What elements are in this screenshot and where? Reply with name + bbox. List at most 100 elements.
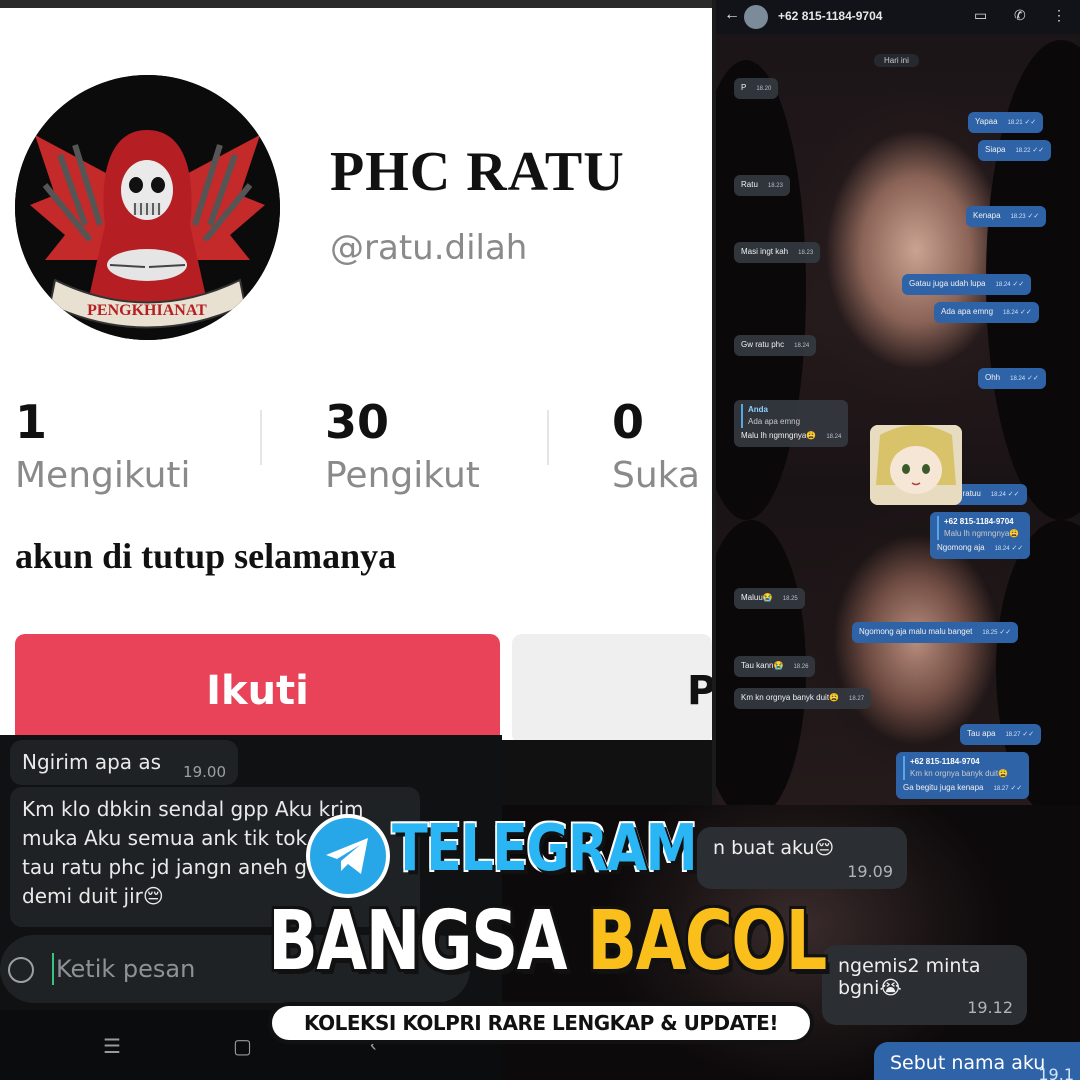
reply-quote[interactable]: Anda Ada apa emng <box>741 404 841 428</box>
stat-followers[interactable]: 30 Pengikut <box>325 395 480 496</box>
message-bubble-outgoing: Sebut nama aku 19.1 <box>874 1042 1080 1080</box>
message-text: P <box>741 83 747 92</box>
promo-banner: TELEGRAM BANGSA BACOL KOLEKSI KOLPRI RAR… <box>262 812 827 1052</box>
message-time: 18.24 <box>995 282 1011 288</box>
message-time: 18.26 <box>793 664 809 670</box>
message-bubble-outgoing: Siapa 18.22 ✓✓ <box>978 140 1052 161</box>
stat-following[interactable]: 1 Mengikuti <box>15 395 191 496</box>
message-text: Ngomong aja malu malu banget <box>859 627 973 636</box>
video-call-icon[interactable]: ▭ <box>974 7 987 24</box>
banner-subtitle: KOLEKSI KOLPRI RARE LENGKAP & UPDATE! <box>268 1002 814 1044</box>
stat-following-label: Mengikuti <box>15 455 191 496</box>
message-text: Ga begitu juga kenapa <box>903 783 984 792</box>
stat-likes[interactable]: 0 Suka <box>612 395 700 496</box>
read-checkmark-icon: ✓✓ <box>1008 785 1023 792</box>
message-text: Ada apa emng <box>941 307 994 316</box>
stat-likes-label: Suka <box>612 455 700 496</box>
banner-title-telegram: TELEGRAM <box>392 812 698 886</box>
reaper-logo-icon: PENGKHIANAT <box>15 75 280 340</box>
message-text: Yapaa <box>975 117 998 126</box>
message-time: 18.27 <box>993 786 1009 792</box>
stat-followers-count: 30 <box>325 395 390 449</box>
message-bubble: ngemis2 minta bgni😭 19.12 <box>822 945 1027 1025</box>
message-button[interactable]: P <box>512 634 712 740</box>
reply-quote[interactable]: +62 815-1184-9704 Km kn orgnya banyk duit… <box>903 756 1022 780</box>
message-time: 18.21 <box>1007 120 1023 126</box>
message-text: Ohh <box>985 373 1001 382</box>
read-checkmark-icon: ✓✓ <box>997 629 1012 636</box>
read-checkmark-icon: ✓✓ <box>1030 147 1045 154</box>
banner-title-white: BANGSA <box>268 894 568 989</box>
message-time: 18.24 <box>1003 310 1019 316</box>
banner-title-yellow: BACOL <box>587 894 827 989</box>
recent-apps-icon[interactable]: ☰ <box>103 1034 121 1059</box>
message-bubble-incoming: Ratu 18.23 <box>734 175 790 196</box>
reply-quote-name: +62 815-1184-9704 <box>910 757 980 766</box>
message-input[interactable]: Ketik pesan <box>56 955 195 983</box>
stat-divider <box>260 410 262 465</box>
more-options-icon[interactable]: ⋮ <box>1052 7 1066 24</box>
message-bubble-outgoing: Yapaa 18.21 ✓✓ <box>968 112 1044 133</box>
read-checkmark-icon: ✓✓ <box>1022 119 1037 126</box>
reply-quote-name: Anda <box>748 405 768 414</box>
message-bubble: Ngirim apa as 19.00 <box>10 740 238 785</box>
message-bubble-incoming: Anda Ada apa emng Malu lh ngmngnya😩 18.24 <box>734 400 849 447</box>
text-cursor <box>52 953 54 985</box>
telegram-logo-icon <box>306 814 390 898</box>
read-checkmark-icon: ✓✓ <box>1005 491 1020 498</box>
reply-quote[interactable]: +62 815-1184-9704 Malu lh ngmngnya😩 <box>937 516 1023 540</box>
read-checkmark-icon: ✓✓ <box>1018 309 1032 316</box>
message-bubble-outgoing: Kenapa 18.23 ✓✓ <box>966 206 1047 227</box>
contact-avatar[interactable] <box>744 5 768 29</box>
message-text: ngemis2 minta bgni😭 <box>838 955 981 999</box>
message-text: Siapa <box>985 145 1006 154</box>
message-text: Ratu <box>741 180 758 189</box>
message-bubble-incoming: Masi ingt kah 18.23 <box>734 242 821 263</box>
message-text: Maluu😭 <box>741 593 773 602</box>
message-time: 19.12 <box>967 998 1013 1017</box>
message-text: Tau apa <box>967 729 996 738</box>
message-bubble-outgoing: Gatau juga udah lupa 18.24 ✓✓ <box>902 274 1032 295</box>
reply-quote-text: Ada apa emng <box>748 417 801 426</box>
message-time: 18.20 <box>756 86 772 92</box>
message-text: Gw ratu phc <box>741 340 785 349</box>
reply-quote-text: Malu lh ngmngnya😩 <box>944 529 1020 538</box>
message-bubble-incoming: Maluu😭 18.25 <box>734 588 805 609</box>
message-text: Km kn orgnya banyk duit😩 <box>741 693 840 702</box>
banner-title-main: BANGSA BACOL <box>268 894 827 989</box>
stat-followers-label: Pengikut <box>325 455 480 496</box>
username: @ratu.dilah <box>330 228 528 268</box>
message-time: 18.23 <box>767 183 783 189</box>
message-text: Kenapa <box>973 211 1001 220</box>
read-checkmark-icon: ✓✓ <box>1020 731 1035 738</box>
status-strip <box>0 0 715 8</box>
message-time: 18.24 <box>826 434 842 440</box>
message-time: 18.24 <box>990 492 1006 498</box>
back-arrow-icon[interactable]: ← <box>724 6 740 24</box>
message-text: Ngirim apa as <box>22 750 162 774</box>
phone-call-icon[interactable]: ✆ <box>1014 7 1026 24</box>
stat-likes-count: 0 <box>612 395 645 449</box>
message-text: Sebut nama aku <box>890 1052 1046 1074</box>
emoji-icon[interactable] <box>8 957 34 983</box>
date-chip: Hari ini <box>874 54 919 67</box>
message-text: Masi ingt kah <box>741 247 789 256</box>
follow-button[interactable]: Ikuti <box>15 634 500 740</box>
read-checkmark-icon: ✓✓ <box>1009 545 1024 552</box>
message-time: 18.24 <box>794 343 810 349</box>
message-time: 18.25 <box>782 596 798 602</box>
read-checkmark-icon: ✓✓ <box>1010 281 1025 288</box>
avatar[interactable]: PENGKHIANAT <box>15 75 280 340</box>
profile-panel: PENGKHIANAT PHC RATU @ratu.dilah 1 Mengi… <box>0 0 715 740</box>
message-bubble-outgoing: +62 815-1184-9704 Km kn orgnya banyk duit… <box>896 752 1030 799</box>
message-time: 19.09 <box>847 862 893 881</box>
message-time: 18.24 <box>1010 376 1026 382</box>
message-text: Tau kann😭 <box>741 661 784 670</box>
avatar-banner-text: PENGKHIANAT <box>87 302 207 319</box>
message-bubble-outgoing: Ada apa emng 18.24 ✓✓ <box>934 302 1039 323</box>
reply-quote-text: Km kn orgnya banyk duit😩 <box>910 769 1009 778</box>
message-bubble-incoming: Tau kann😭 18.26 <box>734 656 816 677</box>
home-icon[interactable]: ▢ <box>233 1034 252 1059</box>
anime-face-icon <box>870 425 962 505</box>
message-text: Malu lh ngmngnya😩 <box>741 431 817 440</box>
